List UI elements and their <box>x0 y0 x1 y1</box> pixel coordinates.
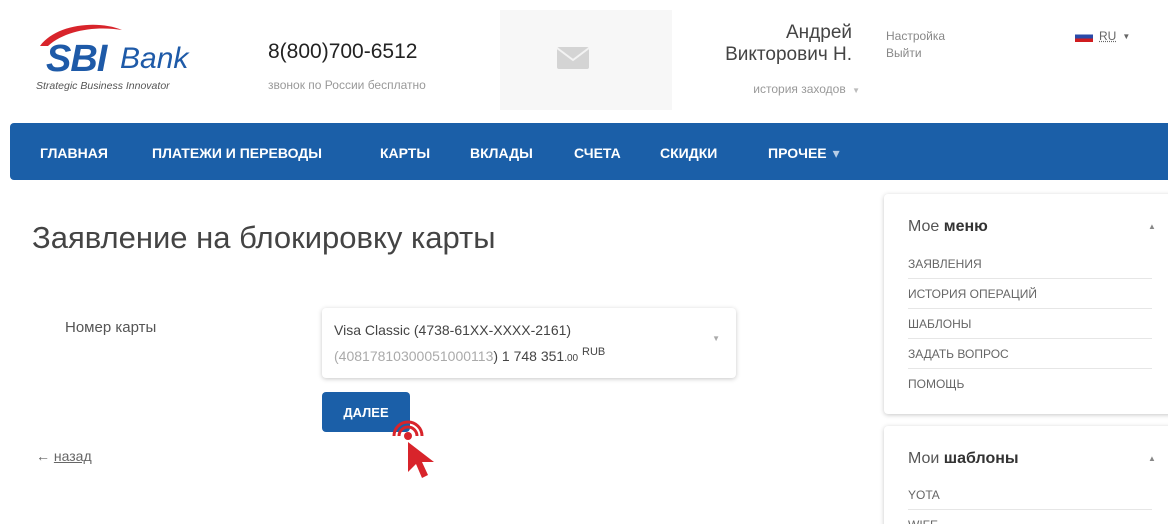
my-templates-list: YOTA WIFE <box>908 480 1152 524</box>
logo-tagline: Strategic Business Innovator <box>36 80 170 92</box>
my-menu-list: ЗАЯВЛЕНИЯ ИСТОРИЯ ОПЕРАЦИЙ ШАБЛОНЫ ЗАДАТ… <box>908 249 1152 399</box>
user-name[interactable]: Андрей Викторович Н. <box>680 22 852 66</box>
language-code: RU <box>1099 29 1117 43</box>
balance-amount: 1 748 351 <box>501 348 565 364</box>
chevron-down-icon: ▼ <box>712 334 720 343</box>
menu-item-help[interactable]: ПОМОЩЬ <box>908 369 1152 399</box>
my-menu-title-bold: меню <box>943 218 988 235</box>
template-item[interactable]: YOTA <box>908 480 1152 510</box>
mail-icon <box>556 47 590 69</box>
sbi-bank-logo[interactable]: SBI Bank Strategic Business Innovator <box>36 20 206 100</box>
nav-item-deposits[interactable]: ВКЛАДЫ <box>470 145 533 161</box>
nav-item-discounts[interactable]: СКИДКИ <box>660 145 717 161</box>
my-menu-panel: Мое меню ▲ ЗАЯВЛЕНИЯ ИСТОРИЯ ОПЕРАЦИЙ ША… <box>884 194 1168 414</box>
nav-item-other-label: ПРОЧЕЕ <box>768 145 827 161</box>
collapse-icon[interactable]: ▲ <box>1148 222 1156 231</box>
logo-brand: SBI <box>46 38 107 80</box>
language-selector[interactable]: RU ▼ <box>1075 29 1130 43</box>
hotline-phone: 8(800)700-6512 <box>268 40 418 63</box>
my-templates-title: Мои шаблоны <box>908 450 1019 468</box>
account-number: 40817810300051000113 <box>338 348 494 364</box>
menu-item-history[interactable]: ИСТОРИЯ ОПЕРАЦИЙ <box>908 279 1152 309</box>
chevron-down-icon: ▼ <box>1122 31 1131 41</box>
my-templates-panel: Мои шаблоны ▲ YOTA WIFE <box>884 426 1168 524</box>
login-history-link[interactable]: история заходов ▼ <box>692 82 860 96</box>
back-link-label: назад <box>53 448 92 464</box>
click-cursor-icon <box>392 420 434 478</box>
template-item[interactable]: WIFE <box>908 510 1152 524</box>
menu-item-ask-question[interactable]: ЗАДАТЬ ВОПРОС <box>908 339 1152 369</box>
back-link[interactable]: ← назад <box>36 448 92 464</box>
messages-button[interactable] <box>500 10 672 110</box>
settings-link[interactable]: Настройка <box>886 29 945 43</box>
nav-item-payments[interactable]: ПЛАТЕЖИ И ПЕРЕВОДЫ <box>152 145 322 161</box>
my-menu-title: Мое меню <box>908 218 988 236</box>
card-name: Visa Classic (4738-61XX-XXXX-2161) <box>334 322 572 338</box>
account-number-paren-close: ) <box>493 348 499 364</box>
my-templates-title-bold: шаблоны <box>943 450 1019 467</box>
my-templates-title-prefix: Мои <box>908 450 940 467</box>
login-history-label: история заходов <box>753 82 846 96</box>
user-last-name: Викторович Н. <box>725 44 852 65</box>
card-account-balance: (40817810300051000113) 1 748 351.00 RUB <box>334 346 605 364</box>
nav-item-accounts[interactable]: СЧЕТА <box>574 145 621 161</box>
logout-link[interactable]: Выйти <box>886 46 922 60</box>
hotline-note: звонок по России бесплатно <box>268 78 426 92</box>
nav-item-other[interactable]: ПРОЧЕЕ ▾ <box>768 145 840 162</box>
balance-currency: RUB <box>582 346 606 358</box>
back-arrow-icon: ← <box>36 448 50 464</box>
nav-item-home[interactable]: ГЛАВНАЯ <box>40 145 108 161</box>
page-title: Заявление на блокировку карты <box>32 220 496 255</box>
collapse-icon[interactable]: ▲ <box>1148 454 1156 463</box>
user-first-name: Андрей <box>786 22 852 43</box>
menu-item-templates[interactable]: ШАБЛОНЫ <box>908 309 1152 339</box>
card-number-label: Номер карты <box>65 319 157 336</box>
card-select[interactable]: Visa Classic (4738-61XX-XXXX-2161) (4081… <box>322 308 736 378</box>
logo-name: Bank <box>120 42 189 75</box>
menu-item-applications[interactable]: ЗАЯВЛЕНИЯ <box>908 249 1152 279</box>
chevron-down-icon: ▾ <box>832 145 840 161</box>
page-header: SBI Bank Strategic Business Innovator 8(… <box>0 0 1168 122</box>
nav-item-cards[interactable]: КАРТЫ <box>380 145 430 161</box>
flag-ru-icon <box>1075 30 1093 42</box>
my-menu-title-prefix: Мое <box>908 218 940 235</box>
chevron-down-icon: ▼ <box>852 86 860 95</box>
balance-cents: .00 <box>564 353 579 364</box>
main-nav: ГЛАВНАЯ ПЛАТЕЖИ И ПЕРЕВОДЫ КАРТЫ ВКЛАДЫ … <box>10 123 1168 180</box>
